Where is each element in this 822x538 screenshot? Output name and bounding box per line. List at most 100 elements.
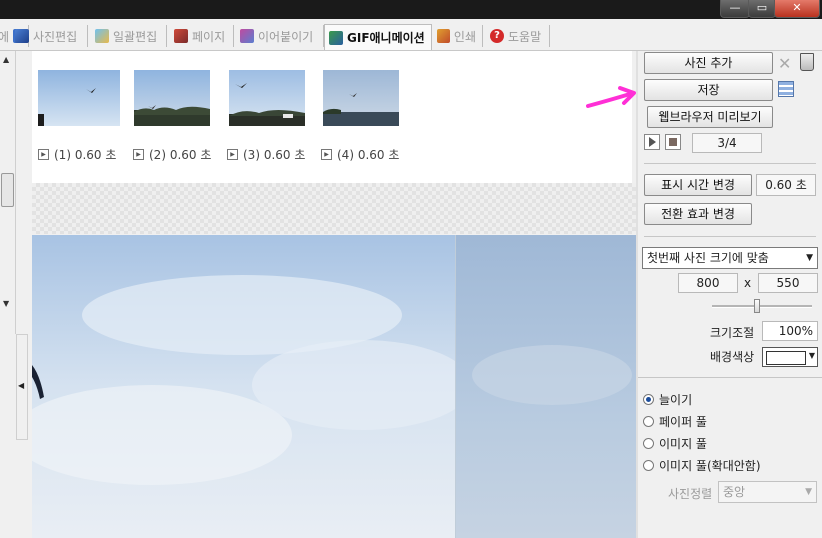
thumbnail-frame-1[interactable] — [38, 70, 120, 126]
fit-option-label: 이미지 풀(확대안함) — [659, 459, 761, 473]
photo-edit-icon — [15, 29, 29, 43]
radio-circle[interactable] — [643, 438, 654, 449]
tab-label: 사진편집 — [33, 29, 78, 44]
divider — [644, 236, 816, 237]
remove-icon[interactable]: ✕ — [778, 54, 791, 73]
width-field[interactable]: 800 — [678, 273, 738, 293]
radio-selected-dot — [646, 397, 651, 402]
collapse-arrow-icon: ◀ — [18, 381, 25, 390]
divider — [644, 163, 816, 164]
fit-option-image-full[interactable]: 이미지 풀 — [643, 435, 707, 452]
animation-preview-canvas — [32, 235, 636, 538]
fit-option-paper-full[interactable]: 페이퍼 풀 — [643, 413, 707, 430]
scale-label: 크기조절 — [710, 326, 755, 340]
divider — [638, 377, 822, 378]
panel-collapse-handle[interactable]: ◀ — [16, 334, 28, 440]
fit-option-label: 늘이기 — [659, 393, 693, 407]
stop-button[interactable] — [665, 134, 681, 150]
scroll-down-arrow-icon[interactable]: ▼ — [3, 299, 9, 308]
radio-circle[interactable] — [643, 394, 654, 405]
change-transition-button[interactable]: 전환 효과 변경 — [644, 203, 752, 225]
batch-edit-icon — [95, 29, 109, 43]
stop-icon — [669, 138, 677, 146]
tab-batch-edit[interactable]: 일괄편집 — [91, 25, 167, 47]
fit-option-image-full-no-zoom[interactable]: 이미지 풀(확대안함) — [643, 457, 761, 474]
maximize-button[interactable]: ▭ — [748, 0, 776, 18]
browser-preview-button[interactable]: 웹브라우저 미리보기 — [647, 106, 773, 128]
play-icon[interactable]: ▶ — [38, 149, 49, 160]
tab-photo-edit[interactable]: 사진편집 — [11, 25, 88, 47]
size-separator: x — [744, 276, 752, 290]
frame-duration-text: (2) 0.60 초 — [149, 148, 212, 162]
height-field[interactable]: 550 — [758, 273, 818, 293]
align-value: 중앙 — [723, 485, 746, 499]
page-icon — [174, 29, 188, 43]
chevron-down-icon: ▼ — [805, 487, 812, 497]
thumbnail-frame-2[interactable] — [134, 70, 210, 126]
close-button[interactable]: ✕ — [774, 0, 820, 18]
change-display-time-button[interactable]: 표시 시간 변경 — [644, 174, 752, 196]
background-color-picker[interactable]: ▼ — [762, 347, 818, 367]
tab-label: 에 — [0, 29, 10, 44]
transparency-background — [32, 183, 636, 234]
scrollbar-thumb[interactable] — [1, 173, 14, 207]
help-icon: ? — [490, 29, 504, 43]
tab-help[interactable]: ? 도움말 — [486, 25, 550, 47]
play-icon[interactable]: ▶ — [321, 149, 332, 160]
tab-label: GIF애니메이션 — [347, 31, 425, 45]
chevron-down-icon: ▼ — [808, 351, 815, 360]
radio-circle[interactable] — [643, 416, 654, 427]
add-photo-button[interactable]: 사진 추가 — [644, 52, 773, 74]
frame-duration-text: (1) 0.60 초 — [54, 148, 117, 162]
tab-label: 페이지 — [192, 29, 226, 44]
play-icon[interactable]: ▶ — [133, 149, 144, 160]
frame-counter: 3/4 — [692, 133, 762, 153]
tab-print[interactable]: 인쇄 — [433, 25, 483, 47]
thumbnail-label-3: ▶ (3) 0.60 초 — [227, 146, 305, 163]
join-icon — [240, 29, 254, 43]
left-scroll-pane: ▲ ▼ — [0, 51, 16, 334]
play-button[interactable] — [644, 134, 660, 150]
align-label: 사진정렬 — [668, 487, 713, 501]
print-icon — [437, 29, 450, 43]
tab-label: 이어붙이기 — [258, 29, 314, 44]
background-color-label: 배경색상 — [710, 350, 755, 364]
fit-option-stretch[interactable]: 늘이기 — [643, 391, 692, 408]
scroll-up-arrow-icon[interactable]: ▲ — [3, 55, 9, 64]
title-bar: — ▭ ✕ — [0, 0, 822, 19]
display-time-field[interactable]: 0.60 초 — [756, 174, 816, 196]
frame-duration-text: (4) 0.60 초 — [337, 148, 400, 162]
size-mode-dropdown[interactable]: 첫번째 사진 크기에 맞춤 ▼ — [642, 247, 818, 269]
tab-join[interactable]: 이어붙이기 — [236, 25, 324, 47]
chevron-down-icon: ▼ — [806, 253, 813, 263]
tab-label: 인쇄 — [453, 29, 476, 44]
thumbnail-frame-3[interactable] — [229, 70, 305, 126]
gif-icon — [329, 30, 343, 45]
annotation-arrow-icon — [586, 86, 636, 108]
trash-icon[interactable] — [800, 53, 814, 71]
frame-thumbnail-strip: ▶ (1) 0.60 초 ▶ (2) 0.60 초 ▶ (3) 0.60 초 ▶… — [32, 51, 632, 183]
minimize-button[interactable]: — — [720, 0, 750, 18]
size-mode-value: 첫번째 사진 크기에 맞춤 — [647, 251, 769, 265]
play-icon[interactable]: ▶ — [227, 149, 238, 160]
align-dropdown[interactable]: 중앙 ▼ — [718, 481, 817, 503]
scale-field[interactable]: 100% — [762, 321, 818, 341]
scale-slider-thumb[interactable] — [754, 299, 760, 313]
fit-option-label: 이미지 풀 — [659, 437, 707, 451]
list-icon[interactable] — [778, 81, 794, 97]
tab-bar: 에 사진편집 일괄편집 페이지 이어붙이기 GIF애니메이션 인쇄 ? 도움말 — [0, 19, 822, 51]
thumbnail-label-4: ▶ (4) 0.60 초 — [321, 146, 399, 163]
thumbnail-label-2: ▶ (2) 0.60 초 — [133, 146, 211, 163]
color-swatch — [766, 351, 806, 365]
radio-circle[interactable] — [643, 460, 654, 471]
scale-slider[interactable] — [712, 305, 812, 308]
panel-splitter[interactable] — [636, 51, 638, 538]
thumbnail-frame-4[interactable] — [323, 70, 399, 126]
tab-page[interactable]: 페이지 — [170, 25, 234, 47]
tab-label: 일괄편집 — [113, 29, 158, 44]
thumbnail-label-1: ▶ (1) 0.60 초 — [38, 146, 116, 163]
right-control-panel: 사진 추가 ✕ 저장 웹브라우저 미리보기 3/4 표시 시간 변경 0.60 … — [638, 51, 822, 538]
play-icon — [649, 137, 656, 147]
save-button[interactable]: 저장 — [644, 79, 773, 101]
tab-gif-animation[interactable]: GIF애니메이션 — [324, 24, 432, 50]
